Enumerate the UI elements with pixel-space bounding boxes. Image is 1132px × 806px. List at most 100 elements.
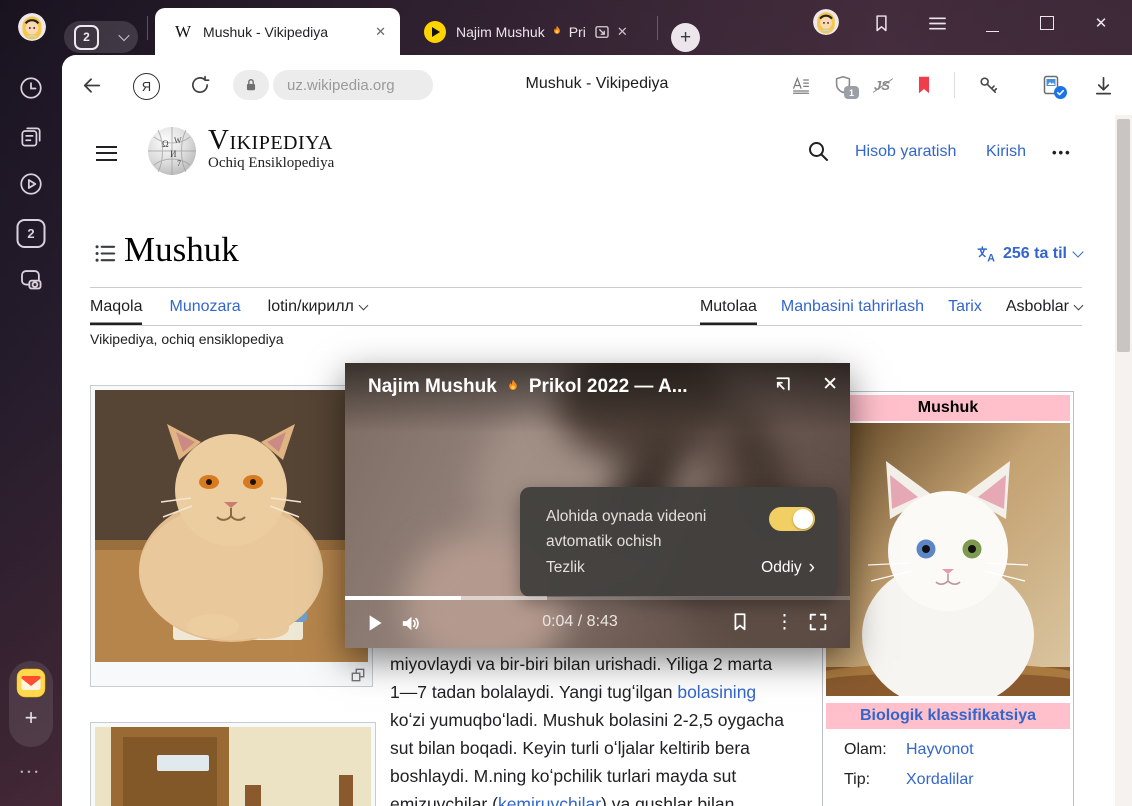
wikipedia-logo[interactable]: Ω W И 7 — [146, 125, 198, 177]
pip-indicator-icon[interactable] — [593, 23, 611, 41]
volume-icon[interactable] — [399, 612, 422, 635]
infobox: Mushuk — [822, 391, 1074, 806]
scrollbar[interactable] — [1115, 115, 1132, 806]
wiki-search-icon[interactable] — [806, 139, 830, 163]
fire-icon — [504, 377, 522, 397]
sync-avatar[interactable] — [813, 9, 839, 35]
pip-video-player[interactable]: Najim Mushuk Prikol 2022 — A... ✕ Alohid… — [345, 363, 850, 648]
infobox-row: Tip: Xordalilar — [826, 765, 1070, 795]
tab-maqola[interactable]: Maqola — [90, 288, 142, 325]
auto-pip-toggle[interactable] — [769, 507, 815, 531]
pip-video-title: Najim Mushuk Prikol 2022 — A... — [368, 376, 688, 398]
fullscreen-button[interactable] — [807, 611, 829, 633]
translate-page-icon[interactable] — [1040, 74, 1064, 98]
article-link[interactable]: kemiruvchilar — [498, 794, 601, 806]
tab-wikipedia[interactable]: W Mushuk - Vikipediya ✕ — [155, 8, 400, 55]
contents-icon[interactable] — [94, 242, 117, 265]
download-icon[interactable] — [1092, 74, 1115, 97]
infobox-row-value[interactable]: Hayvonot — [906, 741, 974, 759]
article-tabs: Maqola Munozara lotin/кирилл Mutolaa Man… — [90, 288, 1082, 326]
video-progress-bar[interactable] — [345, 596, 850, 600]
menu-icon[interactable] — [927, 12, 947, 34]
site-security-button[interactable] — [233, 70, 269, 100]
article-paragraph: miyovlaydi va bir-biri bilan urishadi. Y… — [390, 650, 820, 806]
wiki-brand-subtitle: Ochiq Ensiklopediya — [208, 155, 334, 172]
close-icon[interactable]: ✕ — [375, 24, 386, 40]
video-more-button[interactable]: ⋮ — [775, 613, 794, 633]
tab-mutolaa[interactable]: Mutolaa — [700, 288, 757, 325]
bookmark-added-icon[interactable] — [913, 74, 935, 96]
maximize-button[interactable] — [1039, 12, 1055, 34]
divider — [147, 16, 148, 40]
shield-blocker-icon[interactable]: 1 — [832, 74, 854, 96]
wiki-brand-title: Vikipediya — [208, 125, 334, 155]
article-image-tabby-cat[interactable] — [90, 722, 376, 806]
tab-video[interactable]: Najim Mushuk Pri ✕ — [408, 8, 653, 55]
login-link[interactable]: Kirish — [986, 143, 1026, 161]
tab-munozara[interactable]: Munozara — [169, 288, 240, 325]
pages-icon[interactable] — [18, 124, 44, 150]
article-image-cat-on-book[interactable] — [90, 385, 373, 687]
wiki-more-button[interactable]: ••• — [1052, 145, 1072, 160]
scrollbar-thumb[interactable] — [1117, 119, 1130, 352]
password-key-icon[interactable] — [977, 74, 1000, 97]
reader-mode-icon[interactable] — [790, 74, 812, 96]
blocked-count-badge: 1 — [844, 86, 859, 99]
minimize-button[interactable] — [984, 20, 1000, 42]
profile-avatar[interactable] — [18, 13, 46, 41]
pip-close-button[interactable]: ✕ — [822, 373, 838, 396]
svg-text:7: 7 — [177, 159, 181, 168]
media-play-icon[interactable] — [18, 171, 44, 197]
sidebar-more-button[interactable]: ••• — [0, 767, 62, 777]
tab-title: Mushuk - Vikipediya — [203, 24, 367, 40]
auto-pip-label: Alohida oynada videoni avtomatik ochish — [546, 504, 756, 554]
video-bookmark-icon[interactable] — [729, 611, 751, 633]
tools-menu[interactable]: Asboblar — [1006, 288, 1082, 325]
pip-restore-icon[interactable] — [770, 375, 792, 397]
refresh-icon[interactable] — [189, 74, 211, 96]
wiki-menu-icon[interactable] — [96, 141, 117, 165]
js-blocked-icon[interactable]: JS — [874, 77, 890, 95]
tab-title: Najim Mushuk — [456, 24, 545, 40]
new-tab-button[interactable]: + — [671, 23, 700, 52]
lock-icon — [244, 77, 258, 93]
browser-sidebar: 2 + ••• — [0, 55, 62, 806]
screenshot-icon[interactable] — [18, 266, 45, 293]
add-app-button[interactable]: + — [9, 705, 53, 731]
play-favicon — [424, 21, 446, 43]
back-icon[interactable] — [80, 74, 103, 97]
tab-history[interactable]: Tarix — [948, 288, 982, 325]
avatar-icon — [813, 9, 839, 35]
variant-selector[interactable]: lotin/кирилл — [268, 288, 367, 325]
paragraph-line: sut bilan boqadi. Keyin turli oʻljalar k… — [390, 734, 820, 762]
infobox-image-white-kitten[interactable] — [826, 423, 1070, 696]
create-account-link[interactable]: Hisob yaratish — [855, 143, 956, 161]
divider — [657, 16, 658, 40]
play-button[interactable] — [361, 610, 387, 636]
tab-edit-source[interactable]: Manbasini tahrirlash — [781, 288, 924, 325]
tab-bar: 2 W Mushuk - Vikipediya ✕ Najim Mushuk P… — [0, 0, 1132, 55]
close-icon[interactable]: ✕ — [617, 24, 628, 40]
paragraph-line: miyovlaydi va bir-biri bilan urishadi. Y… — [390, 650, 820, 678]
chevron-right-icon: › — [809, 561, 815, 575]
enlarge-icon[interactable] — [351, 668, 365, 682]
divider — [954, 72, 955, 98]
language-selector[interactable]: A 256 ta til — [976, 245, 1082, 263]
pip-title-gradient — [345, 363, 850, 433]
avatar-icon — [18, 13, 46, 41]
history-icon[interactable] — [18, 75, 44, 101]
speed-setting-row[interactable]: Tezlik Oddiy› — [546, 559, 815, 577]
tab-counter[interactable]: 2 — [64, 21, 138, 53]
article-link[interactable]: bolasining — [677, 682, 756, 702]
yandex-search-icon[interactable]: Я — [133, 73, 160, 100]
tabs-panel-icon[interactable]: 2 — [17, 219, 46, 248]
translate-icon: A — [976, 245, 996, 263]
yandex-mail-icon[interactable] — [16, 668, 46, 698]
svg-text:A: A — [987, 252, 995, 263]
wiki-wordmark[interactable]: Vikipediya Ochiq Ensiklopediya — [208, 125, 334, 172]
collections-flag-icon[interactable] — [869, 12, 893, 34]
paragraph-line: 1—7 tadan bolalaydi. Yangi tugʻilgan bol… — [390, 678, 820, 706]
video-time: 0:04 / 8:43 — [495, 613, 665, 631]
close-window-button[interactable]: ✕ — [1092, 12, 1110, 34]
infobox-row-value[interactable]: Xordalilar — [906, 771, 974, 789]
